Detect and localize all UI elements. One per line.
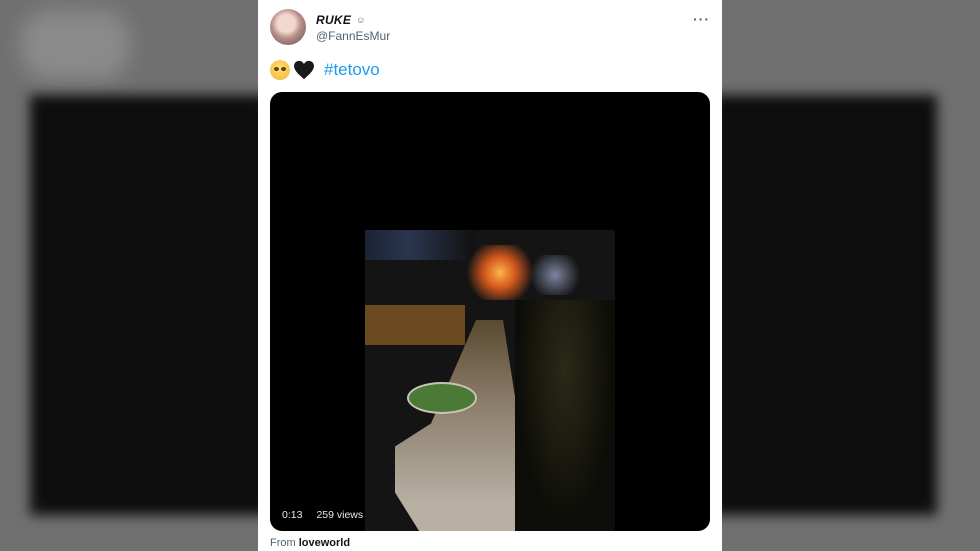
building: [365, 305, 465, 345]
video-frame: [365, 230, 615, 531]
user-handle[interactable]: @FannEsMur: [316, 29, 390, 43]
blurred-avatar: [20, 10, 130, 80]
black-heart-icon: [294, 60, 314, 80]
video-views: 259 views: [316, 509, 364, 521]
street-lights: [525, 255, 585, 295]
video-player[interactable]: 0:13 259 views: [270, 92, 710, 531]
video-source: From loveworld: [270, 537, 350, 549]
more-horizontal-icon[interactable]: ···: [693, 11, 710, 27]
blurred-background-right: [722, 0, 980, 551]
source-prefix: From: [270, 537, 296, 549]
video-duration: 0:13: [282, 509, 303, 521]
tweet-text: #tetovo: [270, 60, 380, 80]
display-name[interactable]: RUKE: [316, 13, 351, 27]
blurred-video: [722, 95, 937, 515]
tweet-card: RUKE ☺ @FannEsMur ··· #tetovo 0:13 259 v…: [258, 0, 722, 551]
trees: [515, 300, 615, 531]
author-name-row: RUKE ☺: [316, 13, 365, 27]
blurred-background-left: [0, 0, 258, 551]
roundabout: [407, 382, 477, 414]
face-emoji-icon: [270, 60, 290, 80]
blurred-video: [30, 95, 258, 515]
avatar[interactable]: [270, 9, 306, 45]
hashtag-link[interactable]: #tetovo: [324, 60, 380, 80]
source-link[interactable]: loveworld: [299, 537, 350, 549]
name-emoji: ☺: [356, 15, 366, 25]
video-meta: 0:13 259 views: [282, 509, 363, 521]
city-lights: [365, 230, 475, 260]
